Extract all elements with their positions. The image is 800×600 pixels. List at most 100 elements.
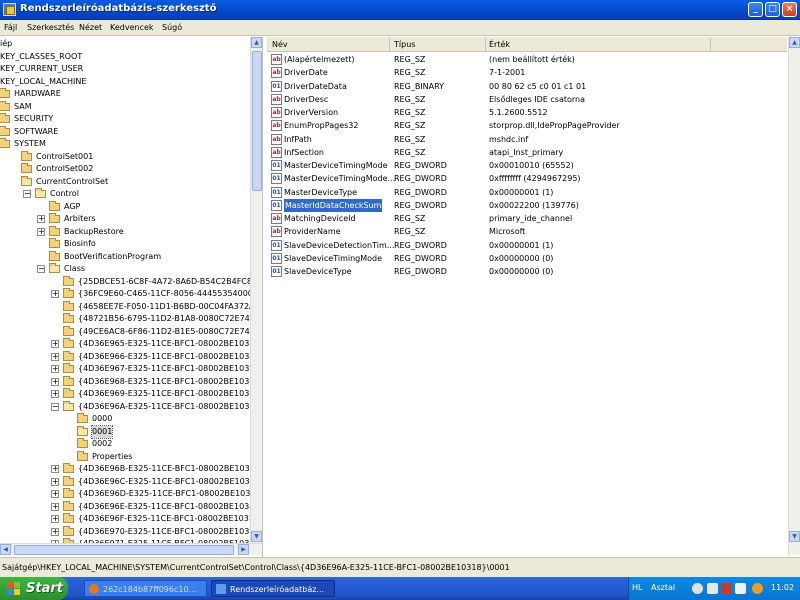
tree-node[interactable]: SOFTWARE <box>0 125 260 138</box>
tree-node[interactable]: {25DBCE51-6C8F-4A72-8A6D-B54C2B4FC835} <box>0 275 262 288</box>
column-header-name[interactable]: Név <box>272 40 288 49</box>
language-indicator[interactable]: HL <box>632 583 642 592</box>
tree-node[interactable]: 0001 <box>0 424 260 439</box>
tree-node[interactable]: SYSTEM <box>0 138 260 150</box>
tree-node[interactable]: HARDWARE <box>0 88 260 100</box>
value-row[interactable]: 01 DriverDateData REG_BINARY 00 80 62 c5 c0… <box>267 80 787 93</box>
column-divider[interactable] <box>710 38 711 51</box>
expand-icon[interactable]: + <box>51 490 59 498</box>
value-row[interactable]: ab DriverVersion REG_SZ 5.1.2600.5512 <box>267 106 787 119</box>
tree-node[interactable]: BootVerificationProgram <box>0 250 260 263</box>
start-button[interactable]: Start <box>0 577 68 600</box>
tree-node[interactable]: 0002 <box>0 438 260 450</box>
expand-icon[interactable]: + <box>51 377 59 386</box>
menu-view[interactable]: Nézet <box>79 23 102 32</box>
scroll-up-arrow-icon[interactable]: ▲ <box>251 37 262 48</box>
expand-icon[interactable]: + <box>51 477 59 486</box>
tree-node[interactable]: − {4D36E96A-E325-11CE-BFC1-08002BE10318} <box>0 400 262 413</box>
desktop-toolbar-label[interactable]: Asztal <box>651 583 675 592</box>
tree-scroll-thumb[interactable] <box>252 51 262 191</box>
tree-node[interactable]: {4658EE7E-F050-11D1-B6BD-00C04FA372A7} <box>0 300 262 313</box>
tree-node[interactable]: + {4D36E966-E325-11CE-BFC1-08002BE10318} <box>0 350 262 363</box>
value-row[interactable]: ab (Alapértelmezett) REG_SZ (nem beállított… <box>267 53 787 66</box>
tree-vertical-scrollbar[interactable]: ▲ ▼ <box>250 37 262 543</box>
value-row[interactable]: ab EnumPropPages32 REG_SZ storprop.dll,IdeP… <box>267 119 787 132</box>
tree-node[interactable]: AGP <box>0 200 260 213</box>
tree-node[interactable]: iép <box>0 38 260 50</box>
expand-icon[interactable]: + <box>51 352 59 361</box>
collapse-icon[interactable]: − <box>37 265 45 273</box>
tree-node[interactable]: + {4D36E969-E325-11CE-BFC1-08002BE10318} <box>0 388 262 400</box>
security-alert-icon[interactable] <box>721 583 732 594</box>
value-row[interactable]: 01 SlaveDeviceTimingMode REG_DWORD 0x000000… <box>267 252 787 265</box>
column-header-value[interactable]: Érték <box>489 40 510 49</box>
scroll-left-arrow-icon[interactable]: ◀ <box>0 544 11 555</box>
value-row[interactable]: ab InfPath REG_SZ mshdc.inf <box>267 133 787 146</box>
value-row[interactable]: ab InfSection REG_SZ atapi_Inst_primary <box>267 146 787 159</box>
close-button[interactable]: × <box>782 2 797 17</box>
expand-icon[interactable]: + <box>51 502 59 511</box>
expand-icon[interactable]: + <box>51 390 59 398</box>
expand-icon[interactable]: + <box>51 465 59 473</box>
value-row[interactable]: ab DriverDesc REG_SZ Elsődleges IDE csatorn… <box>267 93 787 106</box>
expand-icon[interactable]: + <box>51 515 59 523</box>
registry-key-tree[interactable]: iép KEY_CLASSES_ROOT KEY_CURRENT_USER KEY_L… <box>0 37 263 557</box>
tree-node[interactable]: + {4D36E96D-E325-11CE-BFC1-08002BE10318} <box>0 488 262 500</box>
tree-node[interactable]: + {4D36E967-E325-11CE-BFC1-08002BE10318} <box>0 363 262 375</box>
tree-node[interactable]: Biosinfo <box>0 238 260 250</box>
value-row[interactable]: 01 MasterDeviceTimingMode REG_DWORD 0x00010… <box>267 159 787 172</box>
tree-horizontal-scrollbar[interactable]: ◀ ▶ <box>0 543 262 555</box>
tree-node[interactable]: + Arbiters <box>0 213 260 225</box>
scroll-down-arrow-icon[interactable]: ▼ <box>789 531 800 542</box>
collapse-icon[interactable]: − <box>23 190 31 198</box>
tree-node[interactable]: Properties <box>0 450 260 463</box>
update-icon[interactable] <box>752 583 763 594</box>
clock[interactable]: 11:02 <box>771 583 794 592</box>
list-vertical-scrollbar[interactable]: ▲ ▼ <box>788 37 800 555</box>
expand-icon[interactable]: + <box>37 227 45 236</box>
tree-node[interactable]: + {4D36E96C-E325-11CE-BFC1-08002BE10318} <box>0 475 262 488</box>
tree-node[interactable]: KEY_CURRENT_USER <box>0 63 260 75</box>
value-row[interactable]: 01 MasterDeviceType REG_DWORD 0x00000001 (1… <box>267 186 787 199</box>
menu-file[interactable]: Fájl <box>4 23 17 32</box>
expand-icon[interactable]: + <box>51 527 59 536</box>
expand-icon[interactable]: + <box>51 340 59 348</box>
column-divider[interactable] <box>485 38 486 51</box>
tree-node[interactable]: CurrentControlSet <box>0 175 260 188</box>
menu-favorites[interactable]: Kedvencek <box>110 23 154 32</box>
tree-node[interactable]: SECURITY <box>0 113 260 125</box>
expand-icon[interactable]: + <box>51 290 59 298</box>
collapse-icon[interactable]: − <box>51 402 59 411</box>
tree-node[interactable]: + {4D36E96B-E325-11CE-BFC1-08002BE10318} <box>0 463 262 475</box>
tree-node[interactable]: 0000 <box>0 413 260 425</box>
expand-icon[interactable]: + <box>51 365 59 373</box>
tree-node[interactable]: ControlSet001 <box>0 150 260 163</box>
value-row[interactable]: ab DriverDate REG_SZ 7-1-2001 <box>267 66 787 79</box>
tree-node[interactable]: − Class <box>0 263 260 275</box>
back-arrow-icon[interactable] <box>692 583 703 594</box>
menu-help[interactable]: Súgó <box>162 23 182 32</box>
tree-node[interactable]: + {4D36E970-E325-11CE-BFC1-08002BE10318} <box>0 525 262 538</box>
tree-node[interactable]: KEY_CLASSES_ROOT <box>0 51 260 63</box>
value-row[interactable]: 01 SlaveDeviceDetectionTim... REG_DWORD 0x0… <box>267 239 787 252</box>
scroll-right-arrow-icon[interactable]: ▶ <box>238 544 249 555</box>
scroll-up-arrow-icon[interactable]: ▲ <box>789 37 800 48</box>
tree-hscroll-thumb[interactable] <box>14 545 234 555</box>
tree-node[interactable]: + {4D36E968-E325-11CE-BFC1-08002BE10318} <box>0 375 262 388</box>
value-row[interactable]: 01 MasterDeviceTimingMode... REG_DWORD 0xff… <box>267 172 787 185</box>
registry-values-list[interactable]: Név Típus Érték ab (Alapértelmezett) REG_S… <box>267 37 787 557</box>
minimize-button[interactable]: _ <box>748 2 763 17</box>
tree-node[interactable]: SAM <box>0 100 260 113</box>
tree-node[interactable]: {49CE6AC8-6F86-11D2-B1E5-0080C72E74A2} <box>0 325 262 338</box>
menu-edit[interactable]: Szerkesztés <box>27 23 74 32</box>
taskbar-button-regedit[interactable]: Rendszerleíróadatbáz... <box>211 580 335 597</box>
tree-node[interactable]: + {36FC9E60-C465-11CF-8056-444553540000} <box>0 288 262 300</box>
value-row[interactable]: ab MatchingDeviceId REG_SZ primary_ide_chan… <box>267 212 787 225</box>
column-header-type[interactable]: Típus <box>394 40 415 49</box>
value-row[interactable]: 01 SlaveDeviceType REG_DWORD 0x00000000 (0) <box>267 265 787 278</box>
column-divider[interactable] <box>389 38 390 51</box>
maximize-button[interactable]: □ <box>765 2 780 17</box>
tree-node[interactable]: + {4D36E96E-E325-11CE-BFC1-08002BE10318} <box>0 500 262 513</box>
taskbar-button-firefox[interactable]: 262c184b87ff096c10... <box>84 580 207 597</box>
tree-node[interactable]: {48721B56-6795-11D2-B1A8-0080C72E74A2} <box>0 313 262 325</box>
